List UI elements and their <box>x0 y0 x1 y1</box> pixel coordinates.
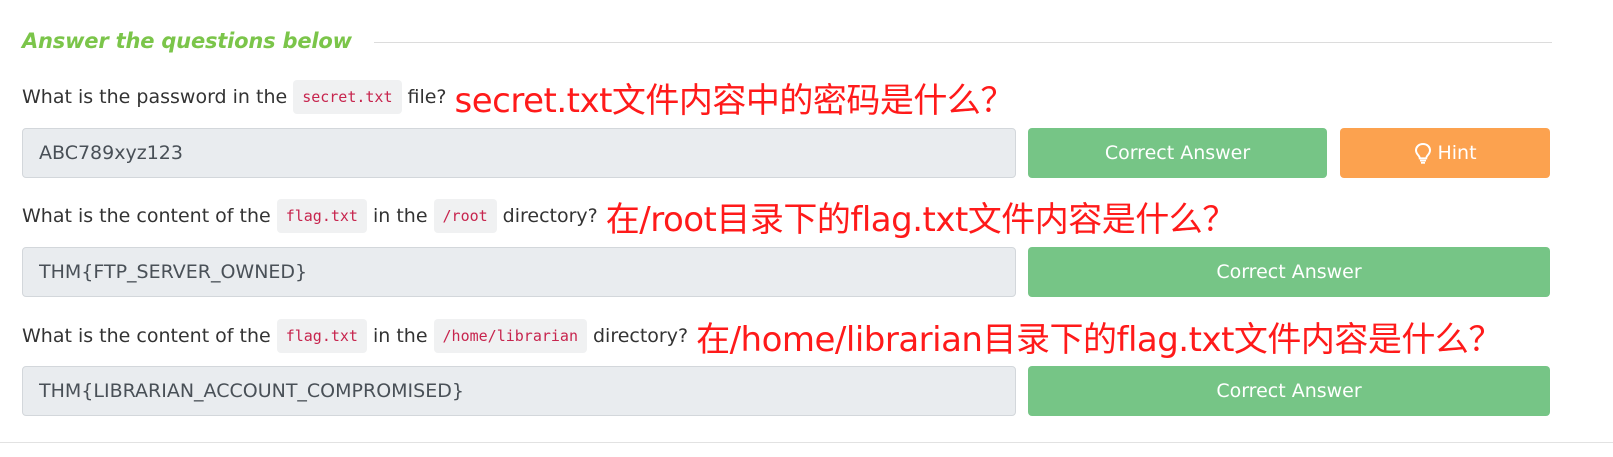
question-3-text-2: in the <box>372 325 428 347</box>
question-1-annotation: secret.txt文件内容中的密码是什么？ <box>454 80 1015 121</box>
question-3-text-1: What is the content of the <box>22 325 271 347</box>
answer-input-1[interactable] <box>22 128 1016 178</box>
question-1-text-1: What is the password in the <box>22 86 288 108</box>
question-3-code-filename: flag.txt <box>276 319 367 353</box>
correct-answer-button-3[interactable]: Correct Answer <box>1028 366 1550 416</box>
section-divider <box>373 41 1552 43</box>
lightbulb-icon <box>1415 142 1432 164</box>
hint-button-label: Hint <box>1437 142 1477 164</box>
answer-input-2[interactable] <box>22 247 1016 297</box>
question-2: What is the content of the flag.txt in t… <box>22 196 1236 240</box>
question-1-text-2: file? <box>407 86 447 108</box>
section-header: Answer the questions below <box>22 26 1552 56</box>
question-2-code-directory: /root <box>433 199 497 233</box>
answer-input-3[interactable] <box>22 366 1016 416</box>
question-3: What is the content of the flag.txt in t… <box>22 316 1502 360</box>
question-2-annotation: 在/root目录下的flag.txt文件内容是什么？ <box>605 199 1237 240</box>
hint-button[interactable]: Hint <box>1340 128 1550 178</box>
question-3-annotation: 在/home/librarian目录下的flag.txt文件内容是什么？ <box>696 319 1502 360</box>
question-1-code-filename: secret.txt <box>293 80 402 114</box>
section-title: Answer the questions below <box>22 29 352 53</box>
question-1: What is the password in the secret.txt f… <box>22 77 1014 121</box>
question-3-code-directory: /home/librarian <box>433 319 587 353</box>
answer-questions-panel: Answer the questions below What is the p… <box>0 0 1613 457</box>
question-2-text-3: directory? <box>502 205 598 227</box>
correct-answer-button-1[interactable]: Correct Answer <box>1028 128 1327 178</box>
correct-answer-button-2[interactable]: Correct Answer <box>1028 247 1550 297</box>
question-2-code-filename: flag.txt <box>276 199 367 233</box>
question-2-text-1: What is the content of the <box>22 205 271 227</box>
question-2-text-2: in the <box>372 205 428 227</box>
bottom-divider <box>0 442 1613 443</box>
question-3-text-3: directory? <box>592 325 689 347</box>
